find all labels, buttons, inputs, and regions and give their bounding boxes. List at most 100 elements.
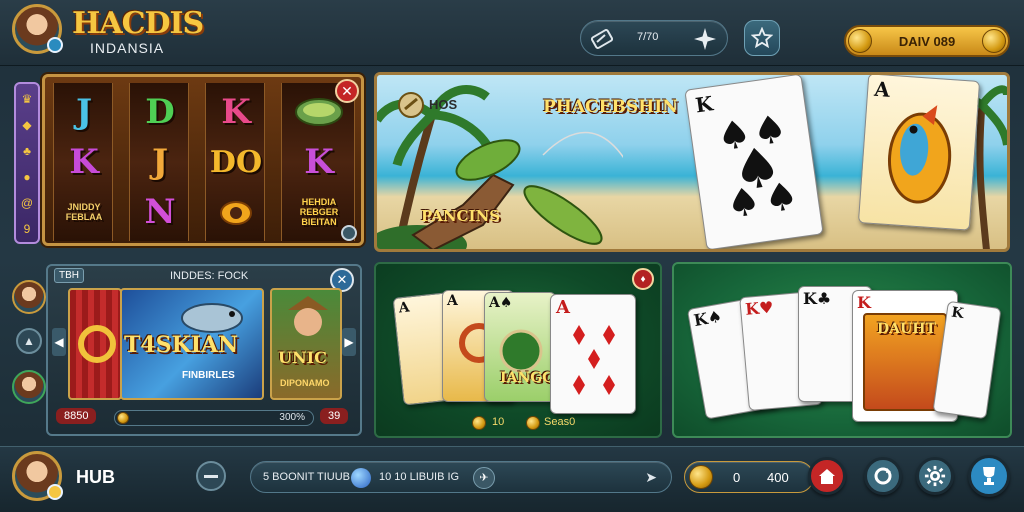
star-badge-icon xyxy=(47,484,63,500)
search-text: 5 BOONIT TIUUB xyxy=(263,471,351,483)
table-badge-icon[interactable]: ♦ xyxy=(632,268,654,290)
bottom-bar: HUB 5 BOONIT TIUUB 10 10 LIBUIB IG ✈ ➤ 0… xyxy=(0,446,1024,512)
footer-coin-icon-2 xyxy=(526,416,540,430)
spiral-icon[interactable]: @ xyxy=(20,196,34,210)
crown-icon[interactable]: ♛ xyxy=(20,92,34,106)
player-avatar[interactable] xyxy=(12,4,63,54)
card-table-panel-2[interactable]: K♠ K♥ K♣ K DAUHT K xyxy=(672,262,1012,438)
spades-pips-icon xyxy=(723,115,793,216)
game-logo-title: HACDIS xyxy=(72,6,204,41)
fishing-game-banner[interactable]: HOS PHACEBSHIN PANCINS K A xyxy=(374,72,1010,252)
footer-coin-icon xyxy=(472,416,486,430)
reel-symbol: D xyxy=(145,92,175,132)
carousel-right-value: 300% xyxy=(279,412,305,423)
reel-2: D J N xyxy=(129,83,189,241)
friend-avatar-1[interactable] xyxy=(12,280,46,314)
carousel-next-button[interactable]: ▶ xyxy=(342,328,356,356)
game-tile-subtitle: FINBIRLES xyxy=(182,370,235,381)
game-tile-title-2: UNIC xyxy=(278,348,327,367)
card-portrait-label: DAUHT xyxy=(877,321,936,337)
sparkle-icon xyxy=(694,28,716,50)
spade-card: K xyxy=(684,75,824,249)
fishing-banner-title: PHACEBSHIN xyxy=(543,97,678,117)
coin-stack-icon[interactable]: ● xyxy=(20,170,34,184)
clover-icon[interactable]: ♣ xyxy=(20,144,34,158)
carousel-left-value: 8850 xyxy=(56,408,97,424)
reel-4: K HEHDIA REBGER BIEITAN xyxy=(281,83,355,241)
fishing-banner-caption: PANCINS xyxy=(421,207,501,225)
ticket-icon xyxy=(591,29,613,49)
reel-symbol: K xyxy=(304,142,334,182)
game-logo-subtitle: INDANSIA xyxy=(90,40,165,56)
refresh-button[interactable] xyxy=(864,457,902,495)
balance-text: DAIV 089 xyxy=(898,33,956,49)
chevron-left-icon: ◀ xyxy=(54,335,64,349)
gem-icon[interactable]: ◆ xyxy=(20,118,34,132)
direction-arrow-button[interactable]: ▲ xyxy=(16,328,42,354)
reel-symbol: JNIDDY FEBLAA xyxy=(65,202,103,222)
coin-icon xyxy=(848,29,872,53)
carousel-prev-button[interactable]: ◀ xyxy=(52,328,66,356)
shop-house-icon xyxy=(819,469,835,484)
level-badge-icon xyxy=(47,37,63,53)
friend-avatar-2[interactable] xyxy=(12,370,46,404)
reel-symbol: DO xyxy=(209,144,263,180)
gear-icon xyxy=(924,465,946,487)
player-name: HUB xyxy=(76,467,115,487)
fishing-hub-label: HOS xyxy=(429,97,458,112)
carousel-header-badge: TBH xyxy=(54,268,84,283)
game-tile-curtain[interactable] xyxy=(68,288,122,400)
game-tile-title: T4SKIAN xyxy=(124,332,239,358)
favorites-button[interactable] xyxy=(744,20,780,56)
card-table-panel-1[interactable]: ♦ A A A♠ IANGC A 10 Seas0 xyxy=(374,262,662,438)
card-table-footer-value-2: Seas0 xyxy=(544,416,576,428)
carousel-title: INDDES: FOCK xyxy=(170,270,249,282)
progress-track: 300% xyxy=(114,410,314,426)
slot-machine-panel[interactable]: J K JNIDDY FEBLAA D J N K DO K HEHDIA RE… xyxy=(42,74,364,246)
shop-button[interactable] xyxy=(808,457,846,495)
fishing-hub-icon xyxy=(398,92,424,118)
search-bar[interactable]: 5 BOONIT TIUUB 10 10 LIBUIB IG ✈ ➤ xyxy=(250,461,672,493)
progress-coin-icon xyxy=(117,412,129,424)
coin-icon-footer xyxy=(689,465,713,489)
reel-symbol: K xyxy=(69,142,99,182)
player-avatar-footer[interactable] xyxy=(12,451,63,501)
settings-gear-icon[interactable] xyxy=(341,225,357,241)
center-status-text: 7/70 xyxy=(637,31,659,43)
game-tile-subtitle-2: DIPONAMO xyxy=(280,378,330,388)
balance-button[interactable]: DAIV 089 xyxy=(844,25,1010,57)
adventurer-icon xyxy=(288,296,328,336)
gold-ring-icon xyxy=(78,325,116,363)
compass-icon[interactable]: ✈ xyxy=(473,467,495,489)
settings-button[interactable] xyxy=(916,457,954,495)
reel-1: J K JNIDDY FEBLAA xyxy=(53,83,113,241)
reel-symbol: J xyxy=(75,92,93,132)
search-text-2: 10 10 LIBUIB IG xyxy=(379,471,460,483)
trophy-icon xyxy=(983,467,995,485)
reel-3: K DO xyxy=(205,83,265,241)
minimize-button[interactable] xyxy=(196,461,226,491)
center-status-pill[interactable]: 7/70 xyxy=(580,20,728,56)
chevron-right-icon: ▶ xyxy=(344,335,354,349)
horseshoe-symbol-icon xyxy=(206,187,266,237)
game-carousel-panel: TBH INDDES: FOCK ✕ ◀ ▶ T4SKIAN FINBIRLES… xyxy=(46,264,362,436)
chevron-up-icon: ▲ xyxy=(23,334,35,348)
card-red-diamonds: A xyxy=(550,294,636,414)
fish-ace-card: A xyxy=(857,75,981,231)
close-icon: ✕ xyxy=(336,272,348,287)
side-menu-rail[interactable]: ♛ ◆ ♣ ● @ 9 xyxy=(14,82,40,244)
number-icon[interactable]: 9 xyxy=(20,222,34,236)
reel-symbol: K xyxy=(221,92,251,132)
trophy-button[interactable] xyxy=(968,455,1010,497)
diamond-pips-icon xyxy=(573,325,615,395)
close-slot-button[interactable]: ✕ xyxy=(335,79,359,103)
coin-counter[interactable]: 0 400 xyxy=(684,461,814,493)
card-table-tile-label: IANGC xyxy=(500,370,554,386)
star-badge-icon xyxy=(751,27,773,49)
top-bar: HACDIS INDANSIA 7/70 DAIV 089 xyxy=(0,0,1024,66)
send-icon[interactable]: ➤ xyxy=(645,469,657,486)
card-table-footer-value: 10 xyxy=(492,416,505,428)
reel-symbol: J xyxy=(151,142,169,182)
reel-symbol: N xyxy=(144,192,176,232)
add-coins-icon[interactable] xyxy=(982,29,1006,53)
